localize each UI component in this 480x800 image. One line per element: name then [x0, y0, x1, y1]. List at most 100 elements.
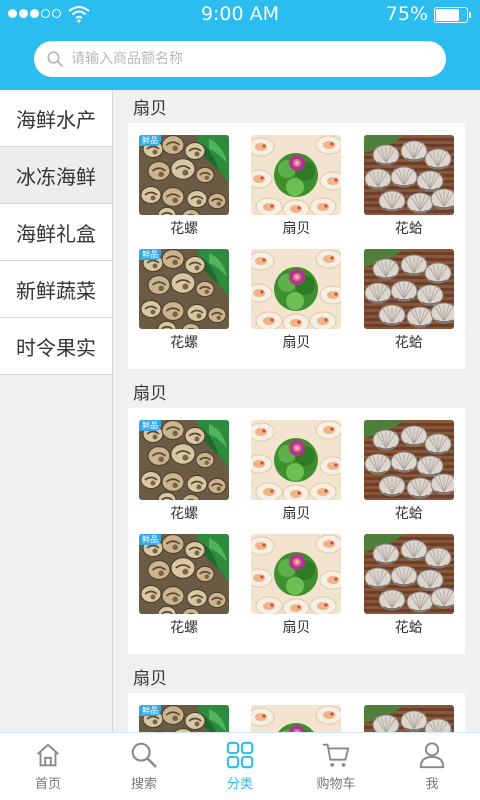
product-item[interactable]: 扇贝 — [240, 420, 352, 534]
product-card-group: 鲜品 花螺 扇贝 花蛤 鲜品 花螺 扇贝 花蛤 — [128, 408, 465, 654]
sidebar-item-label: 新鲜蔬菜 — [16, 278, 96, 303]
fresh-tag: 鲜品 — [139, 420, 162, 431]
product-item[interactable]: 鲜品花螺 — [128, 705, 240, 732]
category-sidebar: 海鲜水产冰冻海鲜海鲜礼盒新鲜蔬菜时令果实 — [0, 90, 113, 732]
tab-search[interactable]: 搜索 — [96, 733, 192, 800]
section-title: 扇贝 — [133, 669, 167, 689]
search-icon — [47, 51, 63, 67]
product-row: 鲜品花螺扇贝花蛤 — [128, 420, 465, 534]
scallop-dish-image — [251, 135, 342, 215]
product-item[interactable]: 花蛤 — [353, 249, 465, 363]
battery-icon — [434, 7, 471, 23]
top-header: 9:00 AM 75% — [0, 0, 480, 90]
tab-label: 我 — [425, 777, 439, 792]
product-name: 扇贝 — [282, 221, 311, 237]
tab-home[interactable]: 首页 — [0, 733, 96, 800]
tab-user[interactable]: 我 — [384, 733, 480, 800]
product-item[interactable]: 花蛤 — [353, 534, 465, 648]
clam-shells-image — [363, 249, 454, 329]
product-item[interactable]: 鲜品花螺 — [128, 420, 240, 534]
product-image — [363, 135, 454, 215]
fresh-tag: 鲜品 — [139, 135, 162, 146]
section-title: 扇贝 — [133, 384, 167, 404]
scallop-dish-image — [251, 534, 342, 614]
search-bar[interactable] — [34, 41, 446, 77]
search-icon — [131, 742, 157, 768]
fresh-tag: 鲜品 — [139, 705, 162, 716]
product-item[interactable]: 扇贝 — [240, 534, 352, 648]
product-name: 花蛤 — [394, 620, 423, 636]
product-image — [363, 249, 454, 329]
product-image — [251, 420, 342, 500]
clam-shells-image — [363, 534, 454, 614]
product-name: 花螺 — [170, 335, 199, 351]
product-item[interactable]: 鲜品花螺 — [128, 534, 240, 648]
sidebar-item-2[interactable]: 海鲜礼盒 — [0, 204, 112, 261]
search-input[interactable] — [71, 51, 401, 67]
product-name: 花螺 — [170, 506, 199, 522]
product-image — [251, 135, 342, 215]
tab-label: 搜索 — [130, 777, 157, 792]
sidebar-item-label: 时令果实 — [16, 335, 96, 360]
product-row: 鲜品花螺扇贝花蛤 — [128, 249, 465, 363]
product-list: 扇贝 鲜品 花螺 扇贝 花蛤 鲜品 花螺 扇贝 花蛤 扇贝 鲜品 花螺 扇贝 花蛤 鲜品 花螺 扇贝 花蛤 扇贝 鲜品… — [114, 90, 480, 732]
sidebar-item-label: 冰冻海鲜 — [16, 164, 96, 189]
product-item[interactable]: 扇贝 — [240, 249, 352, 363]
product-image — [363, 420, 454, 500]
snail-shells-image — [139, 249, 230, 329]
product-item[interactable]: 花蛤 — [353, 135, 465, 249]
sidebar-item-label: 海鲜礼盒 — [16, 221, 96, 246]
snail-shells-image — [139, 420, 230, 500]
sidebar-item-4[interactable]: 时令果实 — [0, 318, 112, 375]
product-image: 鲜品 — [139, 135, 230, 215]
section-title: 扇贝 — [133, 99, 167, 119]
tab-grid[interactable]: 分类 — [192, 733, 288, 800]
tab-label: 分类 — [226, 777, 253, 792]
user-icon — [419, 742, 445, 769]
home-icon — [37, 743, 59, 767]
product-image: 鲜品 — [139, 534, 230, 614]
product-item[interactable]: 鲜品花螺 — [128, 249, 240, 363]
clam-shells-image — [363, 705, 454, 732]
product-image: 鲜品 — [139, 705, 230, 732]
tab-cart[interactable]: 购物车 — [288, 733, 384, 800]
grid-icon — [226, 741, 254, 769]
product-row: 鲜品花螺扇贝花蛤 — [128, 705, 465, 732]
bottom-tab-bar: 首页 搜索 分类 购物车 我 — [0, 732, 480, 800]
battery-percent: 75% — [385, 3, 428, 25]
product-name: 扇贝 — [282, 506, 311, 522]
scallop-dish-image — [251, 420, 342, 500]
product-row: 鲜品花螺扇贝花蛤 — [128, 534, 465, 648]
clam-shells-image — [363, 420, 454, 500]
product-item[interactable]: 花蛤 — [353, 705, 465, 732]
product-image — [363, 705, 454, 732]
product-item[interactable]: 扇贝 — [240, 135, 352, 249]
product-name: 花螺 — [170, 620, 199, 636]
snail-shells-image — [139, 534, 230, 614]
product-image — [251, 705, 342, 732]
cart-icon — [322, 743, 350, 767]
sidebar-item-3[interactable]: 新鲜蔬菜 — [0, 261, 112, 318]
product-item[interactable]: 鲜品花螺 — [128, 135, 240, 249]
product-card-group: 鲜品花螺扇贝花蛤 — [128, 693, 465, 732]
status-bar: 9:00 AM 75% — [0, 0, 480, 30]
fresh-tag: 鲜品 — [139, 534, 162, 545]
fresh-tag: 鲜品 — [139, 249, 162, 260]
product-name: 扇贝 — [282, 620, 311, 636]
product-name: 花蛤 — [394, 335, 423, 351]
clam-shells-image — [363, 135, 454, 215]
tab-label: 购物车 — [316, 777, 356, 792]
product-name: 花蛤 — [394, 506, 423, 522]
product-item[interactable]: 花蛤 — [353, 420, 465, 534]
product-row: 鲜品花螺扇贝 花蛤 — [128, 135, 465, 249]
product-image — [363, 534, 454, 614]
sidebar-item-0[interactable]: 海鲜水产 — [0, 90, 112, 147]
product-image — [251, 249, 342, 329]
product-image: 鲜品 — [139, 249, 230, 329]
product-item[interactable]: 扇贝 — [240, 705, 352, 732]
product-card-group: 鲜品 花螺 扇贝 花蛤 鲜品 花螺 扇贝 花蛤 — [128, 123, 465, 369]
sidebar-item-1[interactable]: 冰冻海鲜 — [0, 147, 112, 204]
product-name: 花蛤 — [394, 221, 423, 237]
scallop-dish-image — [251, 705, 342, 732]
scallop-dish-image — [251, 249, 342, 329]
